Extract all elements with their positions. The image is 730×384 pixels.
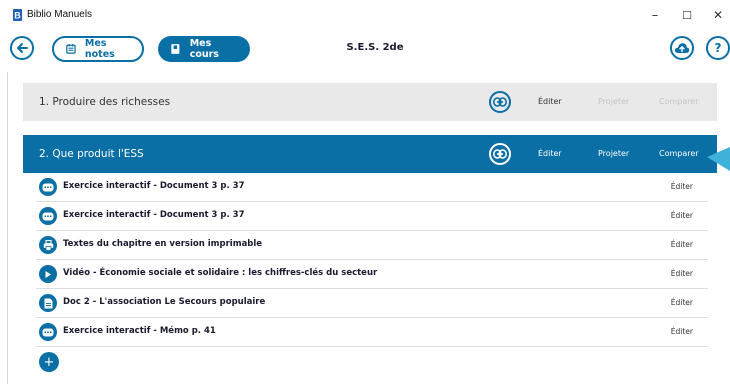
window-titlebar: B Biblio Manuels – ☐ ✕	[0, 0, 730, 30]
chapter-title: 2. Que produit l'ESS	[39, 148, 144, 160]
cloud-upload-icon	[674, 43, 690, 53]
maximize-button[interactable]: ☐	[672, 4, 702, 26]
resource-edit-button[interactable]: Éditer	[671, 182, 693, 191]
link-icon	[493, 97, 507, 107]
resource-edit-button[interactable]: Éditer	[671, 269, 693, 278]
document-icon	[39, 294, 57, 312]
resource-label: Exercice interactif - Document 3 p. 37	[63, 181, 245, 191]
edit-button[interactable]: Éditer	[538, 97, 562, 106]
interactive-exercise-icon	[39, 178, 57, 196]
page-title: S.E.S. 2de	[346, 42, 404, 53]
add-resource-button[interactable]: +	[39, 352, 59, 372]
maximize-icon: ☐	[682, 8, 692, 22]
svg-text:B: B	[14, 11, 21, 21]
compare-button[interactable]: Comparer	[659, 149, 699, 158]
interactive-exercise-icon	[39, 207, 57, 225]
print-icon	[39, 236, 57, 254]
resource-edit-button[interactable]: Éditer	[671, 298, 693, 307]
chapter-row[interactable]: 1. Produire des richesses Éditer Projete…	[23, 83, 717, 121]
help-icon: ?	[714, 41, 722, 55]
help-button[interactable]: ?	[706, 36, 730, 60]
close-button[interactable]: ✕	[703, 4, 730, 26]
app-logo-icon: B	[13, 9, 22, 21]
resource-label: Exercice interactif - Mémo p. 41	[63, 326, 216, 336]
resource-row[interactable]: Vidéo - Économie sociale et solidaire : …	[36, 260, 708, 289]
edit-button[interactable]: Éditer	[538, 149, 562, 158]
pointer-arrow-icon	[707, 147, 730, 171]
resource-row[interactable]: Doc 2 - L'association Le Secours populai…	[36, 289, 708, 318]
resource-row[interactable]: Exercice interactif - Document 3 p. 37 É…	[36, 173, 708, 202]
close-icon: ✕	[712, 8, 724, 22]
resource-label: Exercice interactif - Document 3 p. 37	[63, 210, 245, 220]
resource-row[interactable]: Exercice interactif - Document 3 p. 37 É…	[36, 202, 708, 231]
resource-edit-button[interactable]: Éditer	[671, 240, 693, 249]
window-title: Biblio Manuels	[27, 9, 93, 20]
resource-label: Textes du chapitre en version imprimable	[63, 239, 263, 249]
chapter-title: 1. Produire des richesses	[39, 96, 171, 108]
resource-edit-button[interactable]: Éditer	[671, 211, 693, 220]
resource-edit-button[interactable]: Éditer	[671, 327, 693, 336]
resource-row[interactable]: Textes du chapitre en version imprimable…	[36, 231, 708, 260]
link-icon	[493, 149, 507, 159]
project-button[interactable]: Projeter	[598, 97, 629, 106]
compare-button[interactable]: Comparer	[659, 97, 699, 106]
minimize-icon: –	[651, 7, 659, 23]
project-button[interactable]: Projeter	[598, 149, 629, 158]
plus-icon: +	[43, 354, 55, 370]
play-icon	[39, 265, 57, 283]
chapter-row-active[interactable]: 2. Que produit l'ESS Éditer Projeter Com…	[23, 135, 717, 173]
link-button[interactable]	[489, 143, 511, 165]
link-button[interactable]	[489, 91, 511, 113]
minimize-button[interactable]: –	[640, 4, 670, 26]
resource-row[interactable]: Exercice interactif - Mémo p. 41 Éditer	[36, 318, 708, 347]
content-divider	[7, 72, 8, 384]
interactive-exercise-icon	[39, 323, 57, 341]
toolbar: Mes notes Mes cours S.E.S. 2de ?	[0, 30, 730, 70]
resource-label: Vidéo - Économie sociale et solidaire : …	[63, 268, 378, 278]
upload-button[interactable]	[670, 36, 694, 60]
resource-label: Doc 2 - L'association Le Secours populai…	[63, 297, 266, 307]
